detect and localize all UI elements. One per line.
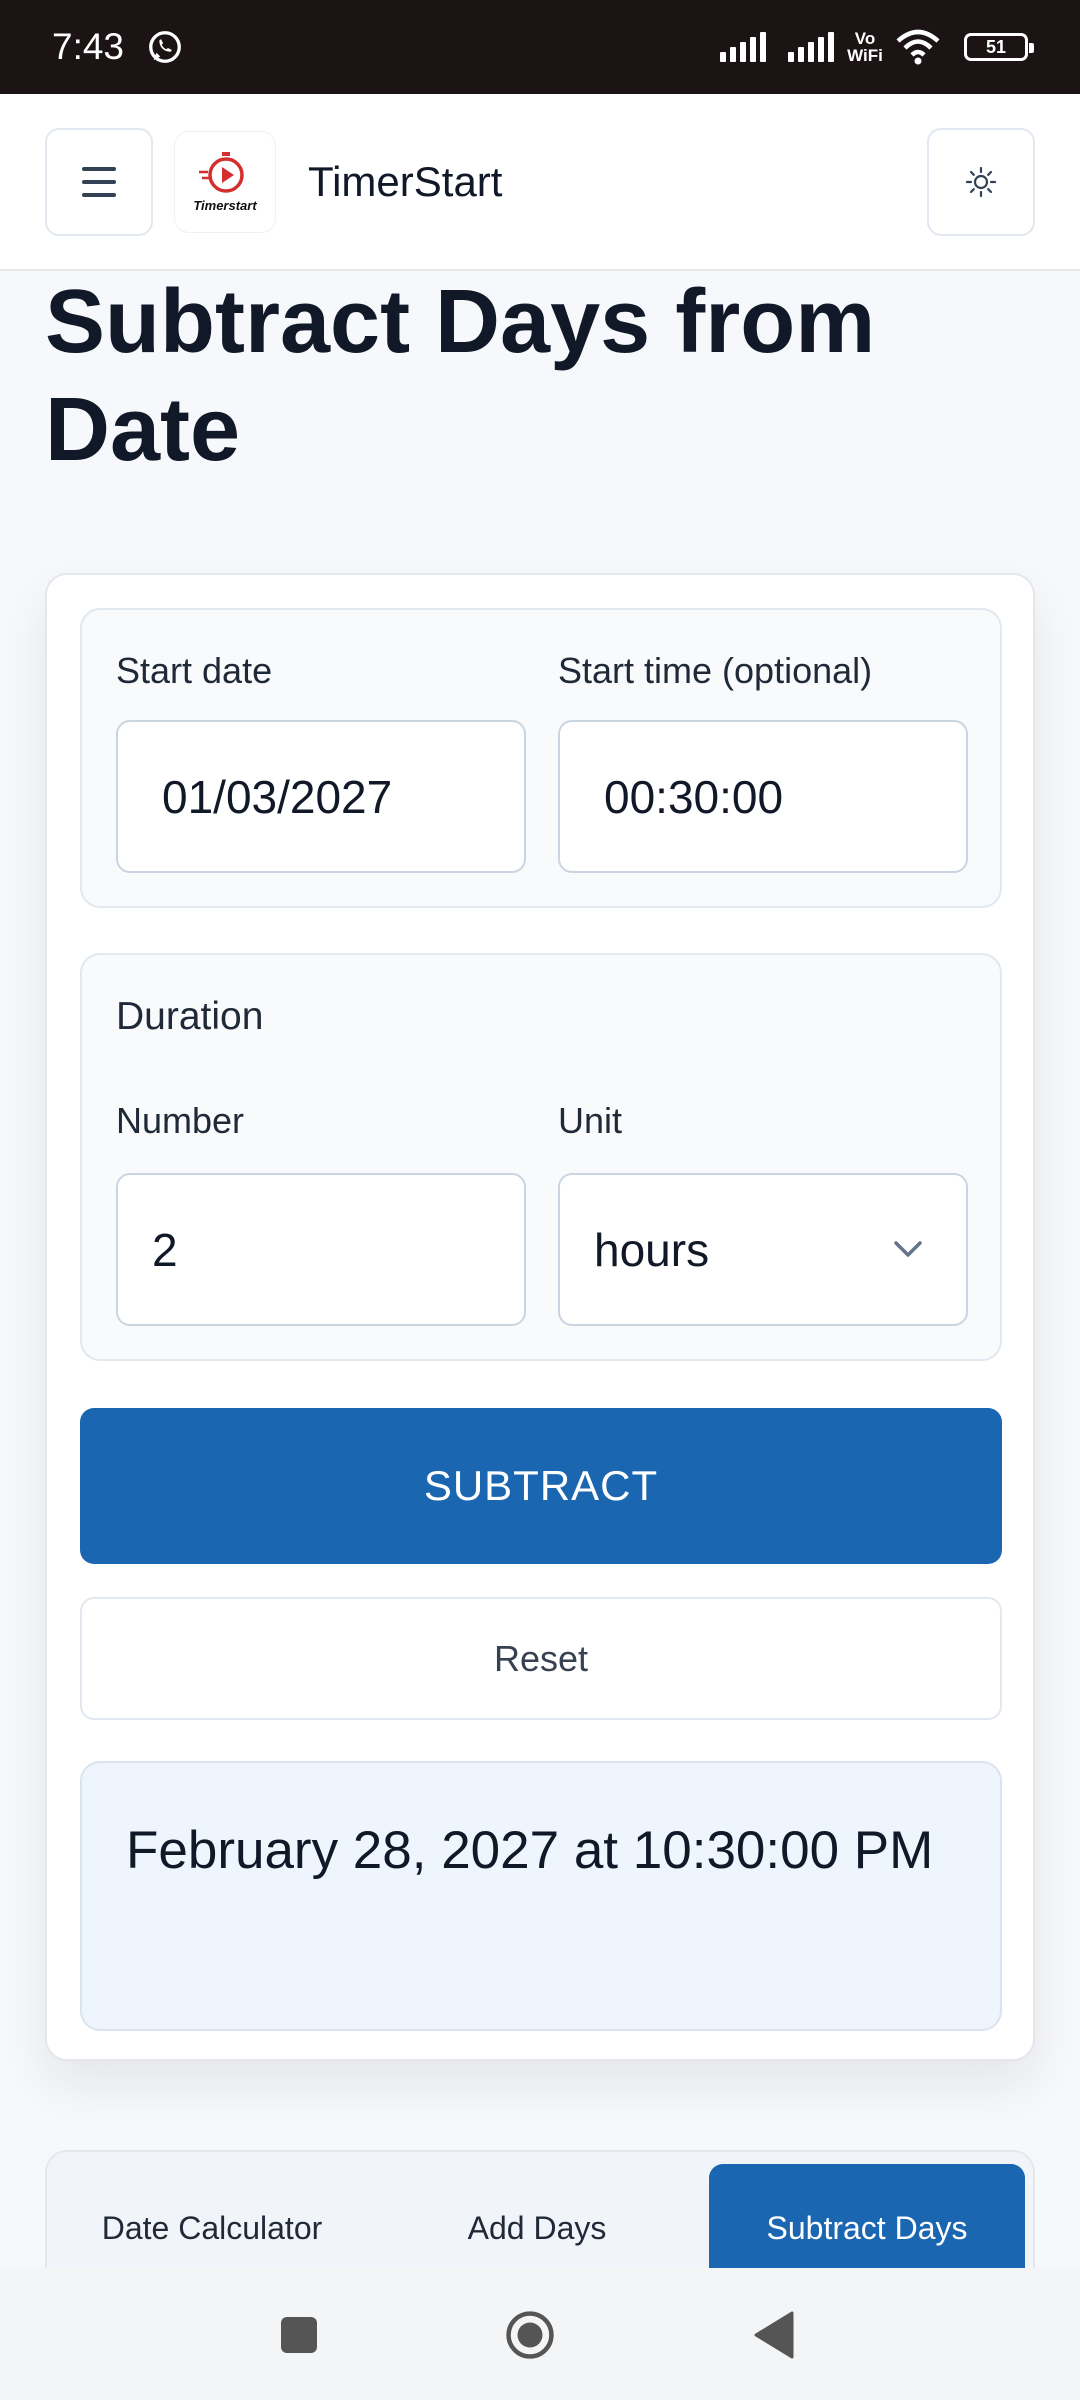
subtract-button[interactable]: SUBTRACT bbox=[80, 1408, 1002, 1564]
app-logo: Timerstart bbox=[175, 131, 275, 232]
stopwatch-play-icon bbox=[199, 152, 244, 193]
number-label: Number bbox=[116, 1100, 245, 1141]
wifi-icon bbox=[896, 29, 940, 65]
reset-button[interactable]: Reset bbox=[80, 1597, 1002, 1720]
start-time-label: Start time (optional) bbox=[558, 650, 873, 691]
signal-icon-2 bbox=[788, 32, 834, 62]
battery-level: 51 bbox=[985, 36, 1007, 57]
duration-panel: Duration Number 2 Unit hours bbox=[80, 953, 1002, 1361]
app-header: Timerstart TimerStart bbox=[0, 94, 1080, 271]
result-display: February 28, 2027 at 10:30:00 PM bbox=[80, 1761, 1002, 2031]
home-button[interactable] bbox=[505, 2310, 555, 2360]
status-bar: 7:43 Vo WiFi 51 bbox=[0, 0, 1080, 94]
back-button[interactable] bbox=[748, 2310, 798, 2360]
unit-select[interactable]: hours bbox=[558, 1173, 968, 1326]
start-time-input[interactable]: 00:30:00 bbox=[558, 720, 968, 873]
tab-subtract-days[interactable]: Subtract Days bbox=[709, 2164, 1025, 2270]
calculator-tabs: Date Calculator Add Days Subtract Days bbox=[45, 2150, 1035, 2270]
system-nav-bar bbox=[0, 2268, 1080, 2400]
app-title: TimerStart bbox=[308, 157, 503, 205]
circle-home-icon bbox=[506, 2311, 554, 2359]
hamburger-menu-icon bbox=[82, 166, 116, 171]
vowifi-label: Vo WiFi bbox=[847, 29, 883, 65]
triangle-back-icon bbox=[754, 2311, 794, 2359]
start-panel: Start date 01/03/2027 Start time (option… bbox=[80, 608, 1002, 908]
status-icons: Vo WiFi 51 bbox=[720, 29, 1034, 65]
chevron-down-icon bbox=[894, 1241, 922, 1257]
tab-date-calculator[interactable]: Date Calculator bbox=[47, 2164, 377, 2270]
status-time: 7:43 bbox=[52, 26, 125, 67]
tab-add-days[interactable]: Add Days bbox=[377, 2164, 697, 2270]
battery-icon: 51 bbox=[964, 33, 1034, 61]
theme-toggle-button[interactable] bbox=[927, 127, 1035, 236]
number-input[interactable]: 2 bbox=[116, 1173, 526, 1326]
menu-button[interactable] bbox=[45, 127, 153, 236]
sun-icon bbox=[965, 166, 997, 197]
unit-label: Unit bbox=[558, 1100, 623, 1141]
calculator-card: Start date 01/03/2027 Start time (option… bbox=[45, 573, 1035, 2061]
recents-button[interactable] bbox=[274, 2310, 324, 2360]
whatsapp-icon bbox=[149, 31, 181, 63]
duration-title: Duration bbox=[116, 995, 264, 1038]
start-date-input[interactable]: 01/03/2027 bbox=[116, 720, 526, 873]
signal-icon bbox=[720, 32, 766, 62]
unit-selected-value: hours bbox=[594, 1223, 710, 1276]
square-recents-icon bbox=[281, 2317, 317, 2353]
start-date-label: Start date bbox=[116, 650, 273, 691]
page-title: Subtract Days from Date bbox=[45, 272, 876, 480]
logo-text: Timerstart bbox=[193, 198, 257, 213]
